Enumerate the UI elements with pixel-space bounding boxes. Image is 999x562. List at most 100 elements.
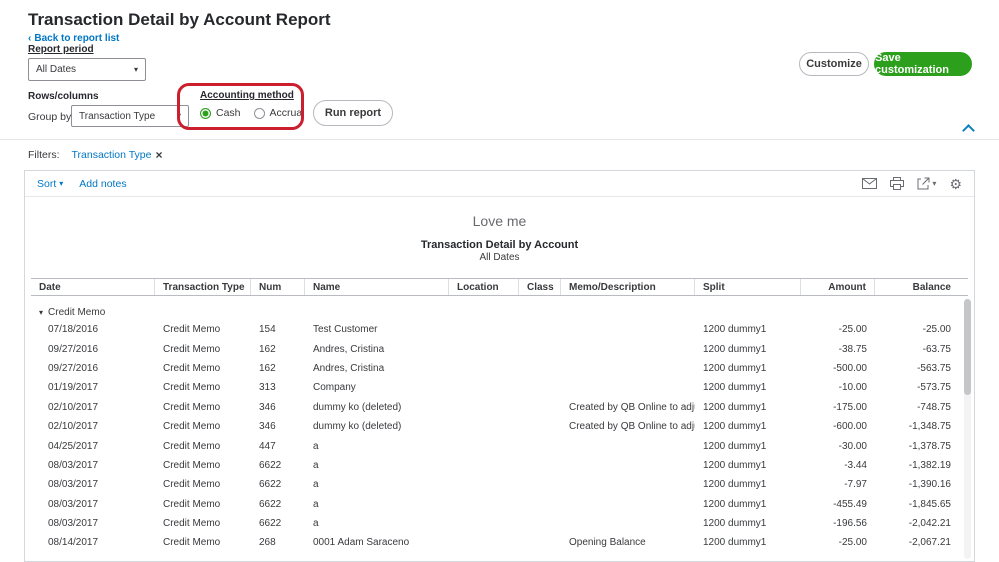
report-table: Date Transaction Type Num Name Location … [31, 278, 968, 553]
table-cell: Created by QB Online to adjust ... [569, 401, 695, 413]
table-row[interactable]: 01/19/2017 Credit Memo 313 Company 1200 dumm… [31, 378, 968, 397]
column-header-memo: Memo/Description [561, 279, 695, 295]
table-cell: -500.00 [833, 362, 867, 374]
filter-chip-label: Transaction Type [71, 149, 152, 161]
gear-icon[interactable]: ⚙ [949, 177, 962, 191]
table-cell: a [313, 518, 319, 530]
filter-remove-icon[interactable]: × [155, 148, 162, 162]
table-cell: 6622 [259, 498, 282, 510]
table-cell: dummy ko (deleted) [313, 421, 402, 433]
table-cell [561, 514, 695, 533]
column-header-location: Location [449, 279, 519, 295]
run-report-button[interactable]: Run report [313, 100, 393, 126]
table-header-row: Date Transaction Type Num Name Location … [31, 278, 968, 296]
table-cell [519, 398, 561, 417]
group-collapse-caret-icon: ▾ [39, 308, 44, 317]
customize-button[interactable]: Customize [799, 52, 869, 76]
table-cell: Credit Memo [163, 479, 221, 491]
table-cell [519, 475, 561, 494]
table-cell: dummy ko (deleted) [313, 401, 402, 413]
table-cell: 268 [259, 537, 276, 549]
report-period-value: All Dates [36, 64, 77, 75]
collapse-panel-chevron-up-icon[interactable] [963, 123, 975, 135]
table-cell: -3.44 [844, 459, 867, 471]
radio-cash[interactable]: Cash [200, 107, 241, 119]
table-cell: -25.00 [922, 324, 951, 336]
table-row[interactable]: 04/25/2017 Credit Memo 447 a 1200 dummy1 -30.… [31, 436, 968, 455]
header-divider [0, 139, 999, 140]
report-subtitle: All Dates [479, 252, 520, 263]
table-row[interactable]: 08/14/2017 Credit Memo 268 0001 Adam Sarace… [31, 533, 968, 552]
group-by-select[interactable]: Transaction Type ▾ [71, 105, 189, 127]
table-cell [561, 359, 695, 378]
table-cell [519, 339, 561, 358]
column-header-transaction-type: Transaction Type [155, 279, 251, 295]
table-cell: Test Customer [313, 324, 378, 336]
table-body: 07/18/2016 Credit Memo 154 Test Customer 120… [31, 320, 968, 553]
table-cell [449, 514, 519, 533]
radio-accrual-icon [253, 107, 265, 119]
group-row-credit-memo[interactable]: ▾ Credit Memo [31, 305, 968, 320]
table-cell [449, 398, 519, 417]
table-cell: 6622 [259, 518, 282, 530]
table-cell: Credit Memo [163, 440, 221, 452]
table-cell: 09/27/2016 [48, 343, 99, 355]
table-cell: a [313, 498, 319, 510]
radio-accrual[interactable]: Accrual [253, 107, 305, 119]
table-cell: -2,042.21 [908, 518, 951, 530]
table-row[interactable]: 09/27/2016 Credit Memo 162 Andres, Cristina… [31, 359, 968, 378]
table-row[interactable]: 02/10/2017 Credit Memo 346 dummy ko (delete… [31, 398, 968, 417]
email-icon[interactable] [862, 178, 878, 189]
table-cell: a [313, 440, 319, 452]
sort-menu[interactable]: Sort ▾ [37, 178, 63, 190]
column-header-balance: Balance [912, 281, 951, 293]
table-cell: -25.00 [838, 324, 867, 336]
table-cell: Credit Memo [163, 343, 221, 355]
table-cell [519, 378, 561, 397]
back-link[interactable]: ‹ Back to report list [28, 33, 119, 44]
table-cell: 04/25/2017 [48, 440, 99, 452]
column-header-amount: Amount [801, 279, 875, 295]
table-cell: -25.00 [838, 537, 867, 549]
filters-label: Filters: [28, 149, 60, 161]
table-cell: a [313, 479, 319, 491]
table-cell [561, 339, 695, 358]
filter-chip-transaction-type[interactable]: Transaction Type [72, 149, 152, 161]
table-row[interactable]: 08/03/2017 Credit Memo 6622 a 1200 dummy1 -19… [31, 514, 968, 533]
column-header-num: Num [251, 279, 305, 295]
table-cell [449, 533, 519, 552]
chevron-down-icon: ▾ [133, 64, 138, 74]
table-cell: -7.97 [844, 479, 867, 491]
add-notes-link[interactable]: Add notes [79, 178, 126, 190]
table-cell [519, 320, 561, 339]
table-cell: 02/10/2017 [48, 421, 99, 433]
table-cell [561, 436, 695, 455]
export-icon[interactable]: ▾ [917, 177, 936, 190]
radio-cash-icon [200, 107, 211, 119]
table-cell [519, 495, 561, 514]
table-row[interactable]: 07/18/2016 Credit Memo 154 Test Customer 120… [31, 320, 968, 339]
table-cell: 0001 Adam Saraceno [313, 537, 410, 549]
table-cell: -573.75 [917, 382, 951, 394]
table-row[interactable]: 08/03/2017 Credit Memo 6622 a 1200 dummy1 -45… [31, 495, 968, 514]
table-row[interactable]: 09/27/2016 Credit Memo 162 Andres, Cristina… [31, 339, 968, 358]
table-cell: 346 [259, 421, 276, 433]
save-customization-button[interactable]: Save customization [874, 52, 972, 76]
table-row[interactable]: 08/03/2017 Credit Memo 6622 a 1200 dummy1 -3.… [31, 456, 968, 475]
report-period-select[interactable]: All Dates ▾ [28, 58, 146, 81]
table-cell: -1,378.75 [908, 440, 951, 452]
table-cell: Credit Memo [163, 382, 221, 394]
table-cell: 313 [259, 382, 276, 394]
table-row[interactable]: 02/10/2017 Credit Memo 346 dummy ko (delete… [31, 417, 968, 436]
table-row[interactable]: 08/03/2017 Credit Memo 6622 a 1200 dummy1 -7.… [31, 475, 968, 494]
table-cell: 1200 dummy1 [703, 362, 767, 374]
print-icon[interactable] [890, 177, 905, 190]
table-cell [519, 359, 561, 378]
table-cell: -1,390.16 [908, 479, 951, 491]
scrollbar-thumb[interactable] [964, 299, 971, 395]
table-cell: -63.75 [922, 343, 951, 355]
company-name: Love me [472, 213, 527, 229]
table-cell: 346 [259, 401, 276, 413]
table-cell: -10.00 [838, 382, 867, 394]
table-cell: Credit Memo [163, 537, 221, 549]
